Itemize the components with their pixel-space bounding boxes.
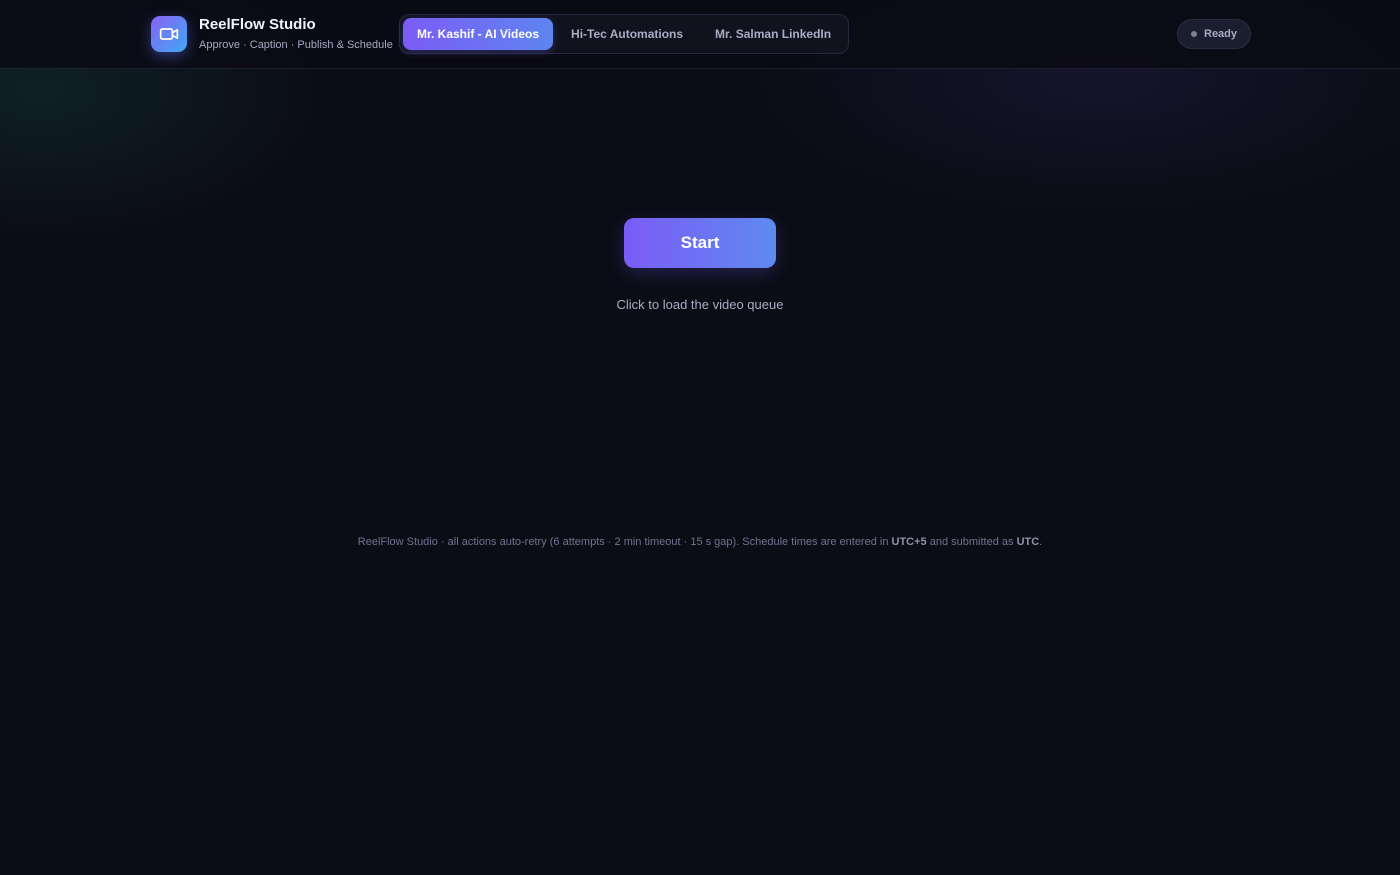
brand: ReelFlow Studio Approve · Caption · Publ…	[151, 16, 393, 52]
footer-text-before: ReelFlow Studio · all actions auto-retry…	[357, 536, 892, 548]
footer-timezone-local: UTC+5	[891, 536, 927, 548]
app-root: ReelFlow Studio Approve · Caption · Publ…	[0, 0, 1400, 875]
status-badge: Ready	[1177, 19, 1252, 49]
status-dot-icon	[1191, 31, 1197, 37]
app-subtitle: Approve · Caption · Publish & Schedule	[199, 39, 393, 51]
brand-text: ReelFlow Studio Approve · Caption · Publ…	[199, 16, 393, 52]
footer-timezone-submit: UTC	[1016, 536, 1040, 548]
footer-note: ReelFlow Studio · all actions auto-retry…	[0, 536, 1400, 548]
footer-text-after: .	[1039, 536, 1043, 548]
video-camera-icon	[151, 16, 187, 52]
start-hint: Click to load the video queue	[616, 297, 784, 312]
tab-mr-salman-linkedin[interactable]: Mr. Salman LinkedIn	[701, 18, 845, 50]
top-bar: ReelFlow Studio Approve · Caption · Publ…	[0, 0, 1400, 69]
footer-text-middle: and submitted as	[926, 536, 1017, 548]
status-label: Ready	[1204, 28, 1238, 40]
app-title: ReelFlow Studio	[199, 16, 316, 33]
tab-hi-tec-automations[interactable]: Hi-Tec Automations	[557, 18, 697, 50]
start-button[interactable]: Start	[624, 218, 776, 268]
account-tabs: Mr. Kashif - AI Videos Hi-Tec Automation…	[399, 14, 850, 54]
tab-mr-kashif-ai-videos[interactable]: Mr. Kashif - AI Videos	[403, 18, 554, 50]
